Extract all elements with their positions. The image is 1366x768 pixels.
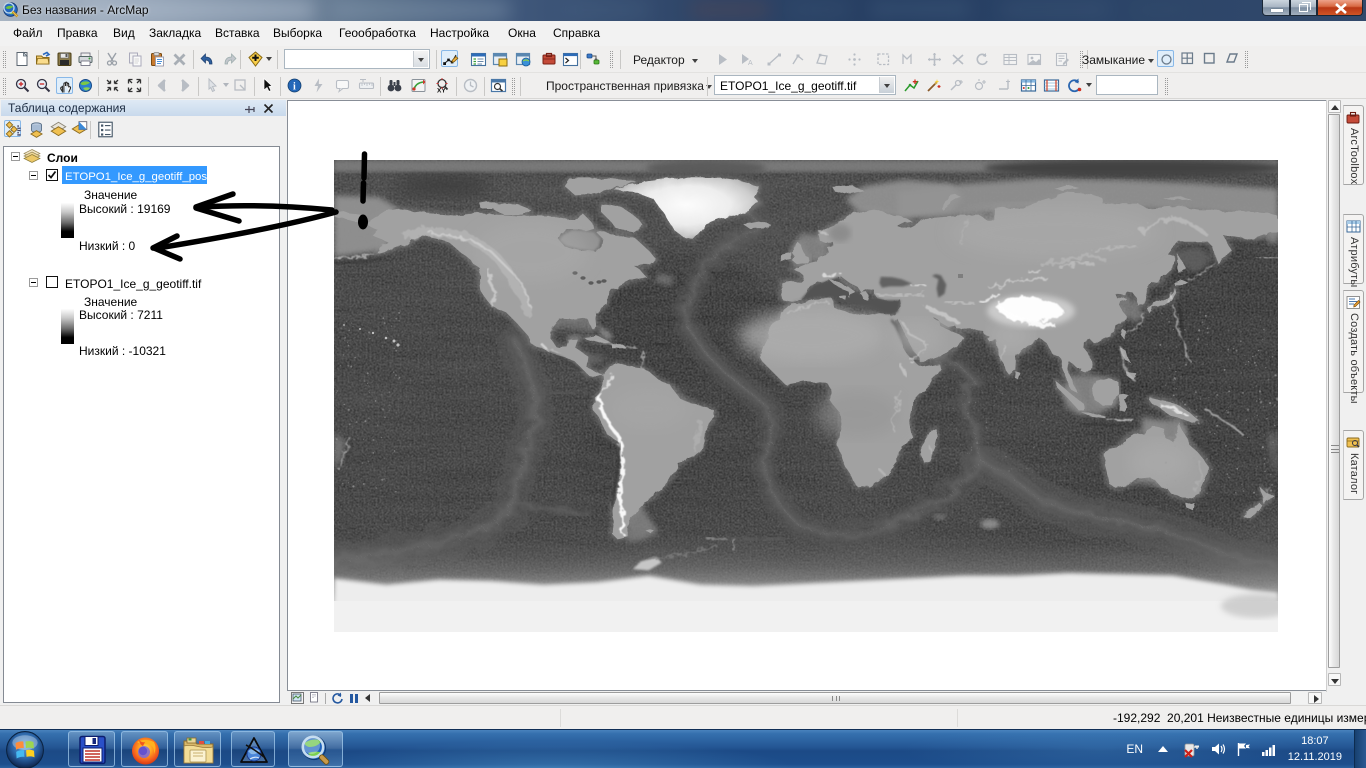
svg-text:i: i (293, 82, 296, 93)
svg-text:A: A (748, 60, 753, 67)
